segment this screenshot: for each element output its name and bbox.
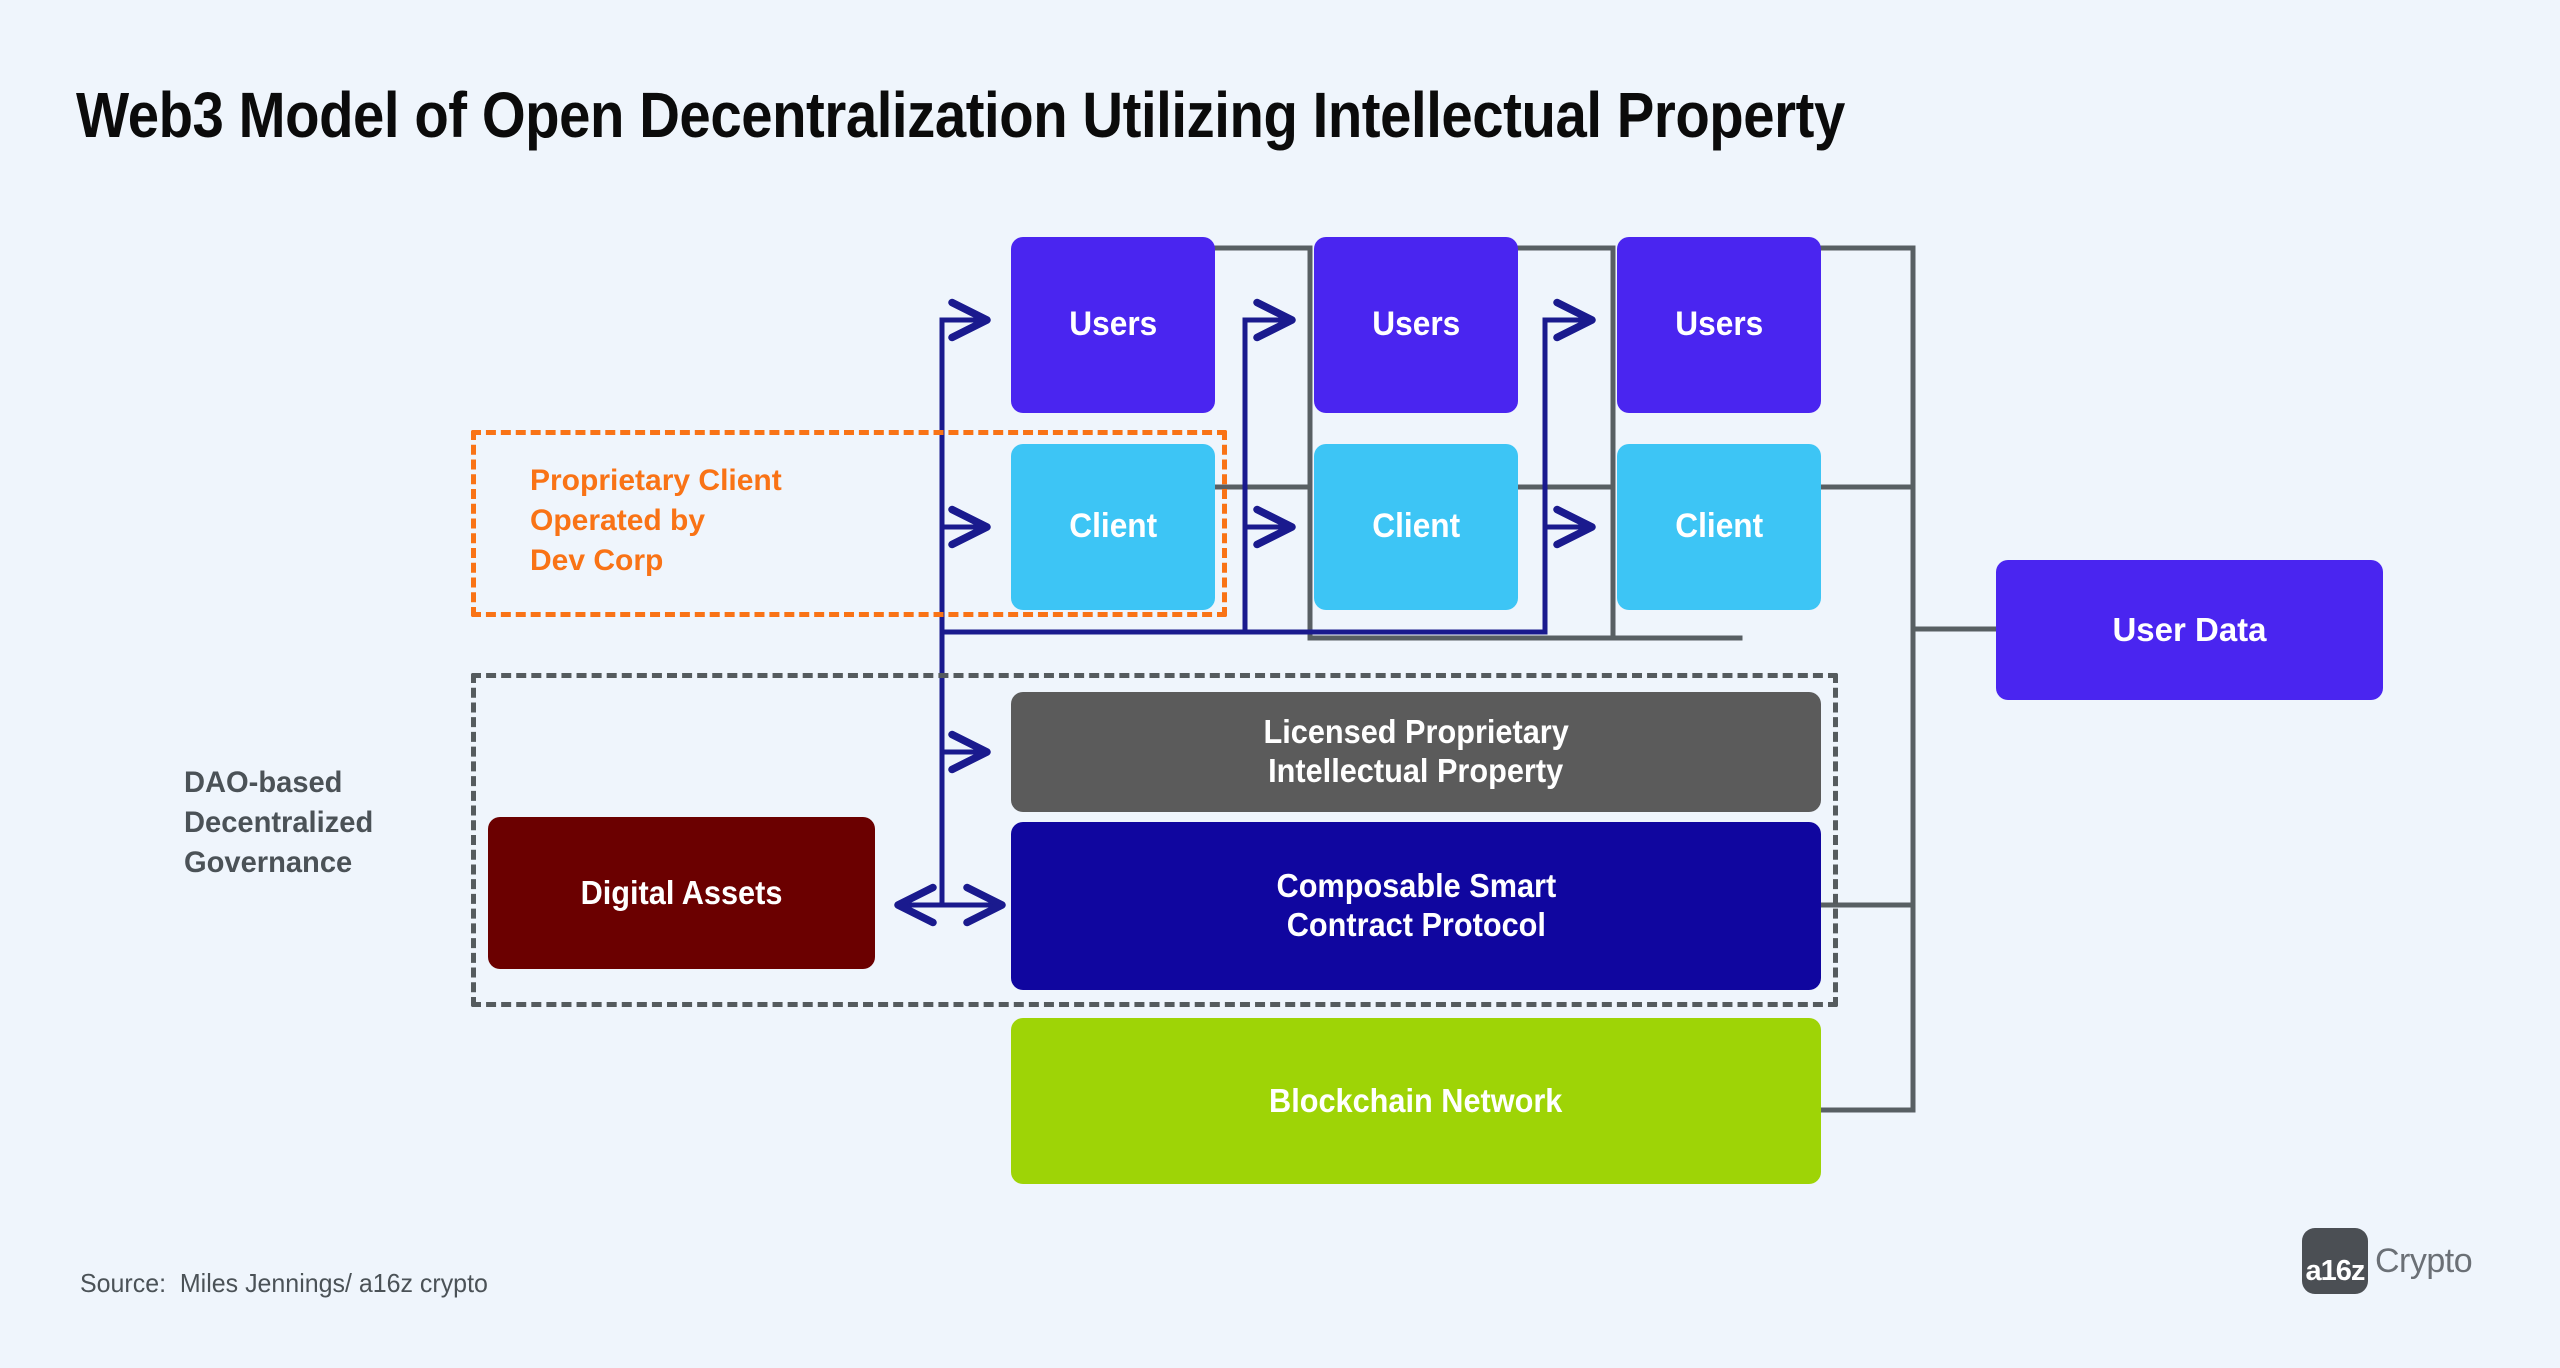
node-label: Digital Assets bbox=[580, 873, 783, 911]
node-client-3[interactable]: Client bbox=[1617, 444, 1821, 610]
node-blockchain-network[interactable]: Blockchain Network bbox=[1011, 1018, 1821, 1184]
node-label-line2: Intellectual Property bbox=[1268, 752, 1564, 789]
dao-governance-label: DAO-based Decentralized Governance bbox=[184, 766, 374, 880]
a16z-crypto-logo: a16z Crypto bbox=[2302, 1228, 2473, 1294]
node-smart-contract[interactable]: Composable Smart Contract Protocol bbox=[1011, 822, 1821, 990]
node-digital-assets[interactable]: Digital Assets bbox=[488, 817, 875, 969]
node-label: User Data bbox=[2112, 610, 2267, 648]
node-users-3[interactable]: Users bbox=[1617, 237, 1821, 413]
node-label-line2: Contract Protocol bbox=[1286, 906, 1546, 943]
node-label: Blockchain Network bbox=[1269, 1081, 1563, 1119]
proprietary-client-label: Proprietary Client Operated by Dev Corp bbox=[530, 464, 782, 578]
crypto-wordmark: Crypto bbox=[2375, 1241, 2473, 1280]
source-credit: Source: Miles Jennings/ a16z crypto bbox=[80, 1268, 488, 1298]
node-label: Client bbox=[1675, 507, 1763, 546]
node-user-data[interactable]: User Data bbox=[1996, 560, 2383, 700]
node-client-1[interactable]: Client bbox=[1011, 444, 1215, 610]
node-label-line1: Composable Smart bbox=[1276, 867, 1556, 905]
node-licensed-ip[interactable]: Licensed Proprietary Intellectual Proper… bbox=[1011, 692, 1821, 812]
node-users-1[interactable]: Users bbox=[1011, 237, 1215, 413]
node-label-line1: Licensed Proprietary bbox=[1263, 713, 1569, 751]
a16z-logo-mark: a16z bbox=[2302, 1228, 2368, 1294]
node-label: Users bbox=[1675, 305, 1763, 344]
node-users-2[interactable]: Users bbox=[1314, 237, 1518, 413]
node-label: Users bbox=[1372, 305, 1460, 344]
node-label: Client bbox=[1069, 507, 1157, 546]
a16z-logo-text: a16z bbox=[2305, 1255, 2366, 1287]
node-label: Users bbox=[1069, 305, 1157, 344]
node-label: Client bbox=[1372, 507, 1460, 546]
node-client-2[interactable]: Client bbox=[1314, 444, 1518, 610]
